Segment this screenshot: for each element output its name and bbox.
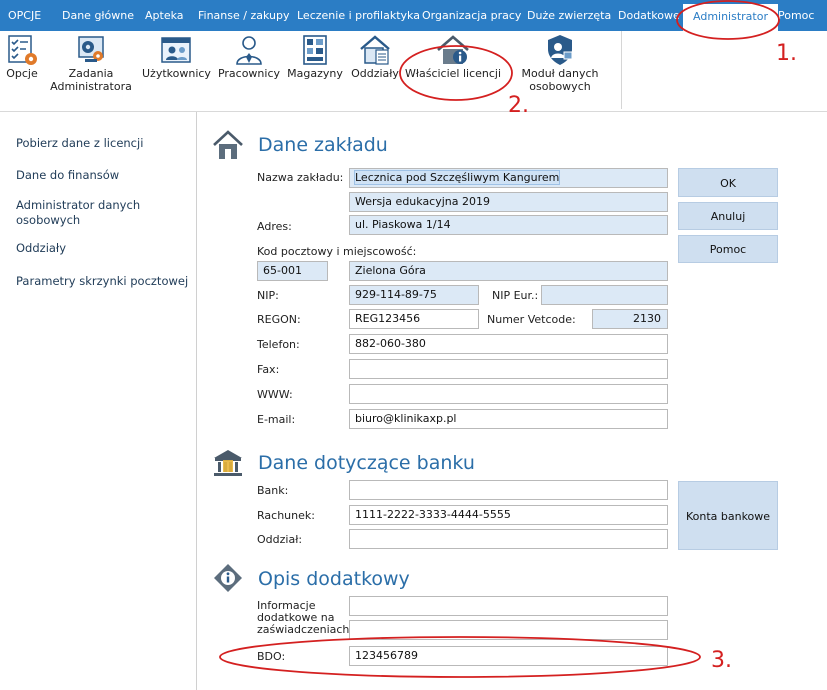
nip-eur-field[interactable] (541, 285, 668, 305)
label-vetcode: Numer Vetcode: (487, 313, 576, 326)
oddzialy-button[interactable]: Oddziały (348, 31, 402, 106)
annotation-number-2: 2. (508, 93, 529, 118)
warehouse-shelf-icon (303, 35, 327, 65)
ribbon-panel: Opcje Zadania Administratora Użytkownicy… (0, 31, 827, 112)
pomoc-button[interactable]: Pomoc (678, 235, 778, 263)
label-regon: REGON: (257, 313, 301, 326)
fax-field[interactable] (349, 359, 668, 379)
personal-data-shield-icon (548, 35, 573, 65)
admin-tasks-icon (78, 36, 104, 62)
section-title-dane-zakladu: Dane zakładu (258, 134, 388, 156)
uzytkownicy-label: Użytkownicy (142, 67, 211, 80)
tab-pomoc[interactable]: Pomoc (778, 0, 814, 31)
label-informacje-3: zaświadczeniach: (257, 623, 354, 636)
miejscowosc-field[interactable]: Zielona Góra (349, 261, 668, 281)
informacje-field[interactable] (349, 596, 668, 616)
left-sidebar: Pobierz dane z licencji Dane do finansów… (0, 112, 197, 690)
label-bank: Bank: (257, 484, 289, 497)
regon-field[interactable]: REG123456 (349, 309, 479, 329)
section-title-opis: Opis dodatkowy (258, 568, 410, 590)
wlasciciel-licencji-button[interactable]: Właściciel licencji (404, 31, 502, 106)
nip-field[interactable]: 929-114-89-75 (349, 285, 479, 305)
informacje-field-2[interactable] (349, 620, 668, 640)
sidebar-item-administrator-danych[interactable]: Administrator danych osobowych (16, 198, 156, 228)
employees-icon (236, 36, 262, 65)
tab-finanse[interactable]: Finanse / zakupy (198, 0, 289, 31)
opcje-label: Opcje (6, 67, 38, 80)
label-nip-eur: NIP Eur.: (492, 289, 539, 302)
modul-label-1: Moduł danych (521, 67, 599, 80)
tab-apteka[interactable]: Apteka (145, 0, 184, 31)
sidebar-item-pobierz-dane[interactable]: Pobierz dane z licencji (16, 136, 143, 151)
uzytkownicy-button[interactable]: Użytkownicy (142, 31, 211, 106)
bank-building-icon (214, 450, 242, 476)
adres-field[interactable]: ul. Piaskowa 1/14 (349, 215, 668, 235)
label-www: WWW: (257, 388, 293, 401)
license-owner-house-icon (437, 35, 469, 64)
label-bdo: BDO: (257, 650, 286, 663)
tab-dodatkowe[interactable]: Dodatkowe (618, 0, 680, 31)
nazwa-zakladu-value-1: Lecznica pod Szczęśliwym Kangurem (353, 170, 561, 185)
annotation-number-3: 3. (711, 648, 732, 673)
email-field[interactable]: biuro@klinikaxp.pl (349, 409, 668, 429)
label-oddzial: Oddział: (257, 533, 303, 546)
label-telefon: Telefon: (257, 338, 300, 351)
sidebar-item-dane-do-finansow[interactable]: Dane do finansów (16, 168, 119, 183)
zadania-label-1: Zadania (68, 67, 114, 80)
tab-dane-glowne[interactable]: Dane główne (62, 0, 134, 31)
sidebar-item-parametry-skrzynki[interactable]: Parametry skrzynki pocztowej (16, 274, 188, 289)
tab-leczenie[interactable]: Leczenie i profilaktyka (297, 0, 420, 31)
users-window-icon (161, 37, 191, 63)
zadania-label-2: Administratora (50, 80, 132, 93)
label-nazwa: Nazwa zakładu: (257, 171, 344, 184)
www-field[interactable] (349, 384, 668, 404)
ribbon-separator (621, 31, 622, 109)
label-informacje: Informacje dodatkowe na zaświadczeniach: (257, 600, 353, 636)
pracownicy-button[interactable]: Pracownicy (216, 31, 282, 106)
app-window: OPCJE Dane główne Apteka Finanse / zakup… (0, 0, 827, 690)
opcje-button[interactable]: Opcje (2, 31, 42, 106)
oddzialy-label: Oddziały (351, 67, 399, 80)
modul-danych-osobowych-button[interactable]: Moduł danych osobowych (516, 31, 604, 106)
label-rachunek: Rachunek: (257, 509, 315, 522)
konta-bankowe-button[interactable]: Konta bankowe (678, 481, 778, 550)
label-nip: NIP: (257, 289, 279, 302)
tab-administrator[interactable]: Administrator (683, 4, 778, 31)
label-adres: Adres: (257, 220, 292, 233)
label-kod-pocztowy: Kod pocztowy i miejscowość: (257, 245, 417, 258)
nazwa-zakladu-field-1[interactable]: Lecznica pod Szczęśliwym Kangurem (349, 168, 668, 188)
tab-organizacja[interactable]: Organizacja pracy (422, 0, 521, 31)
label-email: E-mail: (257, 413, 296, 426)
kod-pocztowy-field[interactable]: 65-001 (257, 261, 328, 281)
tab-opcje[interactable]: OPCJE (8, 0, 41, 31)
magazyny-button[interactable]: Magazyny (286, 31, 344, 106)
annotation-number-1: 1. (776, 41, 797, 66)
zadania-administratora-button[interactable]: Zadania Administratora (48, 31, 134, 106)
modul-label-2: osobowych (529, 80, 591, 93)
telefon-field[interactable]: 882-060-380 (349, 334, 668, 354)
section-title-bank: Dane dotyczące banku (258, 452, 475, 474)
ok-button[interactable]: OK (678, 168, 778, 197)
tab-duze-zwierzeta[interactable]: Duże zwierzęta (527, 0, 611, 31)
nazwa-zakladu-field-2[interactable]: Wersja edukacyjna 2019 (349, 192, 668, 212)
pracownicy-label: Pracownicy (217, 67, 281, 80)
sidebar-item-oddzialy[interactable]: Oddziały (16, 241, 66, 256)
bdo-field[interactable]: 123456789 (349, 646, 668, 666)
wlasciciel-label: Właściciel licencji (404, 67, 502, 80)
magazyny-label: Magazyny (287, 67, 343, 80)
vetcode-field[interactable]: 2130 (592, 309, 668, 329)
label-fax: Fax: (257, 363, 280, 376)
branch-house-icon (360, 35, 390, 65)
oddzial-field[interactable] (349, 529, 668, 549)
ribbon-tab-bar: OPCJE Dane główne Apteka Finanse / zakup… (0, 0, 827, 31)
rachunek-field[interactable]: 1111-2222-3333-4444-5555 (349, 505, 668, 525)
bank-field[interactable] (349, 480, 668, 500)
anuluj-button[interactable]: Anuluj (678, 202, 778, 230)
info-diamond-icon (214, 564, 242, 592)
house-icon (213, 130, 243, 159)
checklist-gear-icon (8, 35, 37, 65)
